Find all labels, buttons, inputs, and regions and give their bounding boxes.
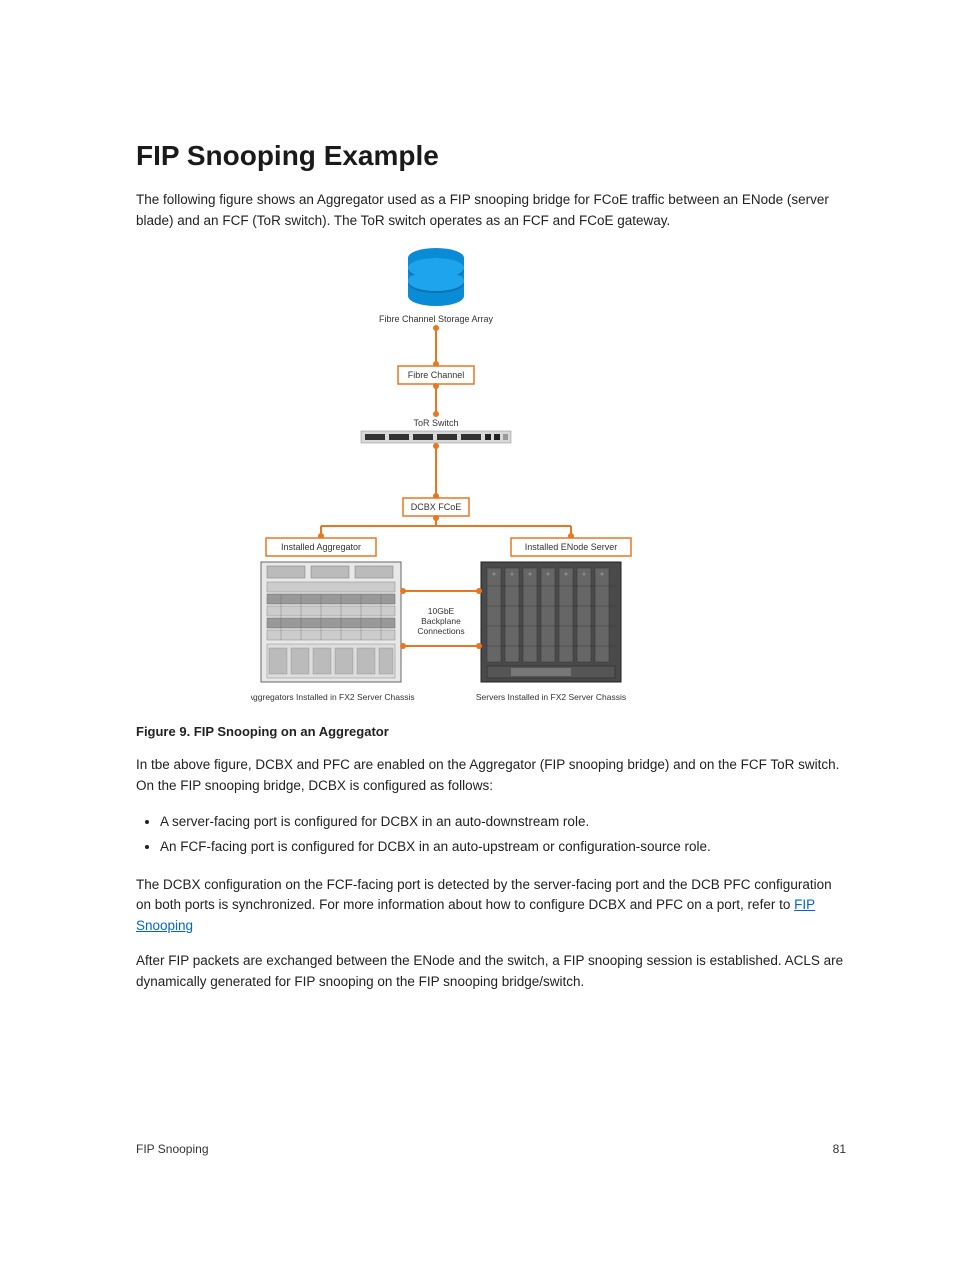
intro-paragraph: The following figure shows an Aggregator… [136,190,846,232]
paragraph-3: The DCBX configuration on the FCF-facing… [136,875,846,938]
aggregator-chassis-icon [261,562,401,682]
tengbe-label-2: Backplane [421,616,461,626]
list-item: An FCF-facing port is configured for DCB… [160,836,846,859]
bullet-list: A server-facing port is configured for D… [136,811,846,859]
dcbx-fcoe-label: DCBX FCoE [411,502,462,512]
left-chassis-caption: Aggregators Installed in FX2 Server Chas… [251,692,415,702]
tengbe-label-3: Connections [417,626,464,636]
installed-aggregator-label: Installed Aggregator [281,542,361,552]
installed-enode-label: Installed ENode Server [525,542,618,552]
page-heading: FIP Snooping Example [136,140,846,172]
page-footer: FIP Snooping 81 [136,1142,846,1156]
storage-label: Fibre Channel Storage Array [379,314,494,324]
figure-container: Fibre Channel Storage Array Fibre Channe… [136,246,846,706]
fip-snooping-diagram: Fibre Channel Storage Array Fibre Channe… [251,246,731,706]
tor-switch-label: ToR Switch [413,418,458,428]
footer-page-number: 81 [833,1142,846,1156]
storage-array-icon [408,248,464,306]
paragraph-3-text: The DCBX configuration on the FCF-facing… [136,877,832,913]
paragraph-2: In tbe above figure, DCBX and PFC are en… [136,755,846,797]
figure-caption: Figure 9. FIP Snooping on an Aggregator [136,724,846,739]
paragraph-4: After FIP packets are exchanged between … [136,951,846,993]
enode-chassis-icon [481,562,621,682]
footer-section-title: FIP Snooping [136,1142,209,1156]
fibre-channel-label: Fibre Channel [408,370,465,380]
tengbe-label-1: 10GbE [428,606,455,616]
list-item: A server-facing port is configured for D… [160,811,846,834]
right-chassis-caption: Servers Installed in FX2 Server Chassis [476,692,626,702]
